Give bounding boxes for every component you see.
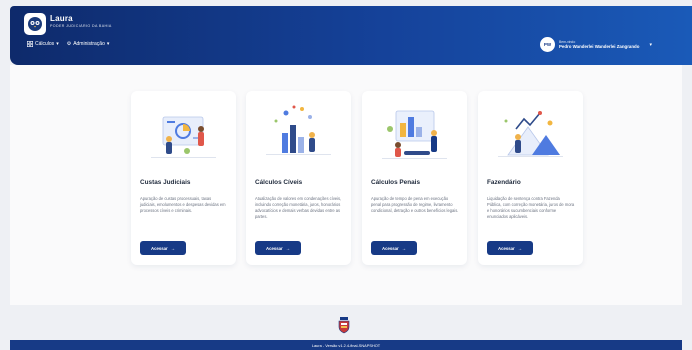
penais-illustration-icon: [382, 110, 447, 159]
card-title: Cálculos Cíveis: [255, 179, 303, 186]
card-description: Liquidação de sentença contra Fazenda Pú…: [487, 196, 575, 219]
civeis-illustration-icon: [266, 105, 331, 155]
card-description: Atualização de valores em condenações cí…: [255, 196, 342, 219]
laura-logo[interactable]: [24, 13, 46, 35]
arrow-right-icon: →: [401, 245, 407, 251]
user-info: Bem-vindo Pedro Wanderlei Wanderlei Zang…: [559, 40, 639, 49]
acessar-button[interactable]: Acessar →: [487, 241, 533, 255]
card-title: Fazendário: [487, 179, 521, 186]
acessar-button[interactable]: Acessar →: [255, 241, 301, 255]
acessar-button[interactable]: Acessar →: [371, 241, 417, 255]
main-content: Custas Judiciais Apuração de custas proc…: [10, 65, 682, 305]
card-calculos-civeis: Cálculos Cíveis Atualização de valores e…: [246, 91, 351, 265]
chevron-down-icon: ▾: [106, 41, 110, 47]
arrow-right-icon: →: [517, 245, 523, 251]
avatar: PW: [540, 37, 555, 52]
card-calculos-penais: Cálculos Penais Apuração de tempo de pen…: [362, 91, 467, 265]
menu-calculos-label: Cálculos: [35, 41, 55, 47]
fazendario-illustration-icon: [498, 111, 563, 157]
top-header: Laura PODER JUDICIÁRIO DA BAHIA Cálculos…: [10, 6, 692, 65]
grid-icon: [27, 41, 33, 47]
card-description: Apuração de tempo de pena em execução pe…: [371, 196, 459, 213]
custas-illustration-icon: [151, 116, 216, 158]
card-custas-judiciais: Custas Judiciais Apuração de custas proc…: [131, 91, 236, 265]
chevron-down-icon: ▾: [649, 41, 652, 48]
acessar-button[interactable]: Acessar →: [140, 241, 186, 255]
user-name: Pedro Wanderlei Wanderlei Zangrando: [559, 44, 640, 49]
card-title: Custas Judiciais: [140, 179, 191, 186]
menu-administracao-label: Administração: [73, 41, 105, 47]
user-greeting: Bem-vindo: [559, 40, 576, 44]
acessar-label: Acessar: [150, 245, 168, 251]
card-title: Cálculos Penais: [371, 179, 421, 186]
menu-administracao[interactable]: ⚙ Administração ▾: [67, 41, 110, 47]
card-fazendario: Fazendário Liquidação de sentença contra…: [478, 91, 583, 265]
acessar-label: Acessar: [381, 245, 399, 251]
menu-calculos[interactable]: Cálculos ▾: [27, 41, 59, 47]
owl-logo-icon: [28, 17, 42, 31]
brand-subtitle: PODER JUDICIÁRIO DA BAHIA: [50, 24, 112, 28]
acessar-label: Acessar: [265, 245, 283, 251]
brand: Laura PODER JUDICIÁRIO DA BAHIA: [50, 14, 112, 28]
brand-name: Laura: [50, 14, 73, 23]
arrow-right-icon: →: [170, 245, 176, 251]
version-text: Laura - Versão v1.2.4-final-SNAPSHOT: [311, 342, 381, 348]
user-menu[interactable]: PW Bem-vindo Pedro Wanderlei Wanderlei Z…: [540, 37, 652, 52]
main-menu: Cálculos ▾ ⚙ Administração ▾: [27, 41, 109, 47]
arrow-right-icon: →: [285, 245, 291, 251]
footer-bar: Laura - Versão v1.2.4-final-SNAPSHOT: [10, 340, 682, 350]
coat-of-arms-icon: [338, 317, 350, 334]
gear-icon: ⚙: [66, 41, 72, 47]
card-description: Apuração de custas processuais, taxas ju…: [140, 196, 226, 213]
acessar-label: Acessar: [497, 245, 515, 251]
chevron-down-icon: ▾: [56, 41, 59, 47]
